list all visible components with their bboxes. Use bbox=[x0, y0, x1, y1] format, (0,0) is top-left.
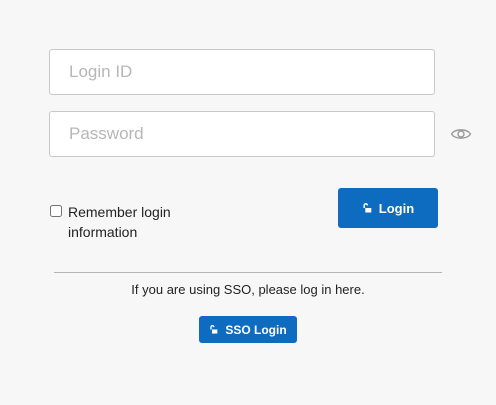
login-id-input[interactable] bbox=[49, 49, 435, 95]
sso-prompt-text: If you are using SSO, please log in here… bbox=[131, 282, 365, 297]
login-button-label: Login bbox=[378, 200, 415, 216]
remember-login-label: Remember login information bbox=[68, 204, 171, 240]
unlock-icon bbox=[209, 325, 218, 334]
sso-login-button-label: SSO Login bbox=[225, 322, 287, 337]
unlock-icon bbox=[362, 203, 372, 213]
divider bbox=[54, 272, 442, 273]
remember-login-checkbox[interactable] bbox=[50, 205, 62, 217]
eye-icon[interactable] bbox=[450, 126, 472, 142]
login-button[interactable]: Login bbox=[338, 188, 438, 228]
password-input[interactable] bbox=[49, 111, 435, 157]
sso-login-button[interactable]: SSO Login bbox=[199, 316, 297, 343]
remember-login-option[interactable]: Remember login information bbox=[49, 202, 219, 242]
